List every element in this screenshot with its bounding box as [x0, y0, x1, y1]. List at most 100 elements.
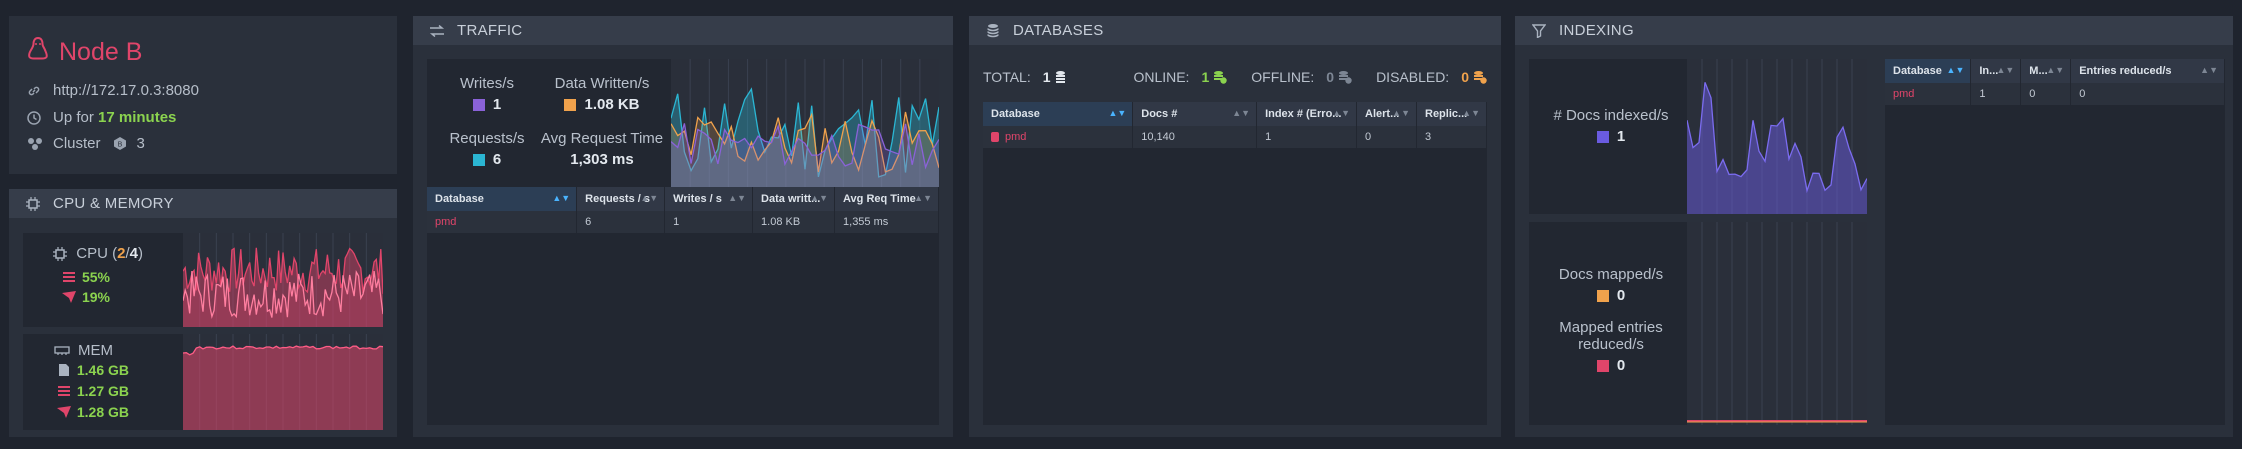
- filter-icon: [1531, 23, 1547, 39]
- cluster-count: 3: [136, 135, 145, 152]
- svg-text:B: B: [117, 142, 122, 149]
- cpu-cores-used: 2: [117, 245, 126, 262]
- database-cell: 3: [1416, 126, 1487, 148]
- database-summary: TOTAL: 1 ONLINE: 1 OFFLINE: 0 DISABLED: …: [983, 62, 1487, 92]
- database-column-label: Replic...: [1425, 108, 1468, 120]
- offline-value: 0: [1326, 69, 1335, 85]
- map-reduce-block: Docs mapped/s 0 Mapped entries reduced/s…: [1529, 222, 1867, 425]
- mem-process-value: 1.28 GB: [76, 404, 129, 420]
- node-url-link[interactable]: http://172.17.0.3:8080: [53, 82, 199, 99]
- sort-icon[interactable]: ▲▼: [1392, 108, 1410, 118]
- cpu-label-row: CPU ( 2 / 4 ): [52, 245, 143, 262]
- traffic-cell: 1: [664, 211, 754, 233]
- total-label: TOTAL:: [983, 69, 1031, 85]
- processor-icon: [25, 196, 41, 212]
- linux-penguin-icon: [27, 36, 59, 69]
- node-url-row: http://172.17.0.3:8080: [27, 82, 199, 99]
- mapped-entries-value: 0: [1616, 357, 1626, 374]
- traffic-column-header[interactable]: Avg Req Time ▲▼: [834, 187, 939, 211]
- data-written-value: 1.08 KB: [584, 96, 640, 113]
- cpu-memory-title: CPU & MEMORY: [53, 195, 174, 212]
- indexing-column-header[interactable]: In... ▲▼: [1970, 59, 2022, 83]
- cluster-label: Cluster: [53, 135, 101, 152]
- databases-panel: DATABASES TOTAL: 1 ONLINE: 1 OFFLINE: 0 …: [969, 16, 1501, 437]
- databases-table-container: Database ▲▼ Docs # ▲▼ Index # (Erro... ▲▼ Aler…: [983, 102, 1487, 425]
- sort-icon[interactable]: ▲▼: [1232, 108, 1250, 118]
- sort-icon[interactable]: ▲▼: [640, 193, 658, 203]
- databases-header: DATABASES: [969, 16, 1501, 45]
- indexing-table-row[interactable]: pmd 1 0 0: [1885, 83, 2225, 105]
- disabled-label: DISABLED:: [1376, 69, 1450, 85]
- traffic-content: Writes/s 1 Data Written/s 1.08 KB Reques…: [427, 59, 939, 425]
- sort-icon[interactable]: ▲▼: [552, 193, 570, 203]
- node-uptime-row: Up for 17 minutes: [27, 109, 176, 126]
- machine-icon: [56, 386, 72, 396]
- sort-icon[interactable]: ▲▼: [1462, 108, 1480, 118]
- traffic-column-label: Writes / s: [673, 193, 722, 205]
- mem-process-row: 1.28 GB: [56, 404, 129, 420]
- machine-icon: [61, 272, 77, 282]
- database-column-label: Index # (Erro...: [1265, 108, 1342, 120]
- traffic-column-header[interactable]: Data writt... ▲▼: [752, 187, 836, 211]
- node-info-card: Node B http://172.17.0.3:8080 Up for 17 …: [9, 16, 397, 174]
- database-column-header[interactable]: Database ▲▼: [983, 102, 1134, 126]
- mem-total-value: 1.46 GB: [76, 362, 129, 378]
- docs-indexed-label: # Docs indexed/s: [1553, 107, 1669, 124]
- traffic-column-header[interactable]: Requests / s ▲▼: [576, 187, 666, 211]
- sort-icon[interactable]: ▲▼: [810, 193, 828, 203]
- indexing-column-header[interactable]: Database ▲▼: [1885, 59, 1972, 83]
- mem-total-row: 1.46 GB: [56, 362, 129, 378]
- sort-icon[interactable]: ▲▼: [1108, 108, 1126, 118]
- database-column-header[interactable]: Docs # ▲▼: [1132, 102, 1258, 126]
- traffic-column-label: Database: [435, 193, 484, 205]
- traffic-panel: TRAFFIC Writes/s 1 Data Written/s 1.08 K…: [413, 16, 953, 437]
- indexing-column-label: M...: [2029, 65, 2048, 77]
- indexing-table-container: Database ▲▼ In... ▲▼ M... ▲▼ Entries reduced/s…: [1885, 59, 2225, 425]
- indexing-column-header[interactable]: M... ▲▼: [2020, 59, 2072, 83]
- traffic-column-header[interactable]: Database ▲▼: [427, 187, 578, 211]
- traffic-cell: 6: [576, 211, 666, 233]
- database-name-link[interactable]: pmd: [1885, 83, 1972, 105]
- database-cell: 1: [1256, 126, 1358, 148]
- cpu-usage-chart: [183, 233, 383, 327]
- sort-icon[interactable]: ▲▼: [728, 193, 746, 203]
- map-reduce-chart: [1687, 222, 1867, 425]
- sort-icon[interactable]: ▲▼: [2200, 65, 2218, 75]
- traffic-title: TRAFFIC: [457, 22, 523, 39]
- database-column-header[interactable]: Index # (Erro... ▲▼: [1256, 102, 1358, 126]
- indexing-panel: INDEXING # Docs indexed/s 1 Docs mapped/…: [1515, 16, 2233, 437]
- node-cluster-row: Cluster B 3: [27, 135, 145, 152]
- database-name-link[interactable]: pmd: [983, 126, 1134, 148]
- sort-icon[interactable]: ▲▼: [914, 193, 932, 203]
- data-written-stat: Data Written/s 1.08 KB: [537, 75, 667, 113]
- sort-icon[interactable]: ▲▼: [2046, 65, 2064, 75]
- process-icon: [61, 291, 77, 303]
- avg-time-value: 1,303 ms: [570, 151, 634, 168]
- indexing-column-header[interactable]: Entries reduced/s ▲▼: [2070, 59, 2225, 83]
- database-column-header[interactable]: Alert... ▲▼: [1356, 102, 1417, 126]
- sort-icon[interactable]: ▲▼: [1332, 108, 1350, 118]
- requests-value: 6: [492, 151, 502, 168]
- online-value: 1: [1201, 69, 1210, 85]
- requests-label: Requests/s: [449, 130, 525, 147]
- database-column-header[interactable]: Replic... ▲▼: [1416, 102, 1487, 126]
- process-icon: [56, 406, 72, 418]
- traffic-header: TRAFFIC: [413, 16, 953, 45]
- writes-value: 1: [492, 96, 502, 113]
- offline-label: OFFLINE:: [1251, 69, 1315, 85]
- database-column-label: Docs #: [1141, 108, 1178, 120]
- indexing-column-label: Database: [1893, 65, 1942, 77]
- cpu-block: CPU ( 2 / 4 ) 55% 19%: [23, 233, 383, 327]
- docs-indexed-chart: [1687, 59, 1867, 214]
- traffic-table-row[interactable]: pmd 6 1 1.08 KB 1,355 ms: [427, 211, 939, 233]
- clock-icon: [27, 110, 45, 125]
- avg-request-time-stat: Avg Request Time 1,303 ms: [537, 130, 667, 168]
- node-name: Node B: [59, 38, 143, 66]
- sort-icon[interactable]: ▲▼: [1947, 65, 1965, 75]
- mem-machine-value: 1.27 GB: [76, 383, 129, 399]
- database-name-link[interactable]: pmd: [427, 211, 578, 233]
- uptime-value: 17 minutes: [98, 109, 177, 126]
- traffic-column-header[interactable]: Writes / s ▲▼: [664, 187, 754, 211]
- database-table-row[interactable]: pmd 10,140 1 0 3: [983, 126, 1487, 148]
- sort-icon[interactable]: ▲▼: [1996, 65, 2014, 75]
